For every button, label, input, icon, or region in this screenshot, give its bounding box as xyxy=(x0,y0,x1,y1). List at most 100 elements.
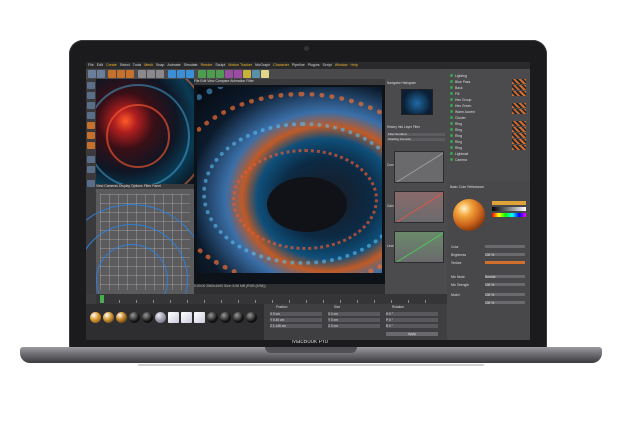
menu-mesh[interactable]: Mesh xyxy=(144,62,153,69)
menu-file[interactable]: File xyxy=(88,62,94,69)
render-file-menu[interactable]: File xyxy=(194,79,199,83)
apply-button[interactable]: Apply xyxy=(386,332,438,336)
menu-tools[interactable]: Tools xyxy=(133,62,141,69)
tab-history[interactable]: History xyxy=(387,125,397,129)
rendered-image[interactable] xyxy=(197,87,382,273)
solo-icon[interactable] xyxy=(87,180,95,187)
render-edit-menu[interactable]: Edit xyxy=(200,79,206,83)
render-settings-icon[interactable] xyxy=(186,70,194,78)
lock-workplane-icon[interactable] xyxy=(87,166,95,173)
tab-panel[interactable]: Panel xyxy=(152,184,161,188)
menu-pipeline[interactable]: Pipeline xyxy=(292,62,305,69)
menu-edit[interactable]: Edit xyxy=(97,62,103,69)
brightness-value[interactable]: 100 % xyxy=(485,253,525,257)
position-x-field[interactable]: X 0 cm xyxy=(270,312,322,316)
points-mode-icon[interactable] xyxy=(87,122,95,129)
material-swatch[interactable] xyxy=(168,312,179,323)
menu-window[interactable]: Window xyxy=(335,62,348,69)
tab-display[interactable]: Display xyxy=(119,184,130,188)
menu-simulate[interactable]: Simulate xyxy=(184,62,198,69)
subdivision-icon[interactable] xyxy=(216,70,224,78)
cube-icon[interactable] xyxy=(198,70,206,78)
menu-render[interactable]: Render xyxy=(201,62,213,69)
menu-create[interactable]: Create xyxy=(106,62,117,69)
gain-graph[interactable] xyxy=(394,191,444,223)
tab-filter[interactable]: Filter xyxy=(413,125,420,129)
material-swatch[interactable] xyxy=(207,312,218,323)
cloner-icon[interactable] xyxy=(225,70,233,78)
axis-z-icon[interactable] xyxy=(156,70,164,78)
tab-filter[interactable]: Filter xyxy=(144,184,152,188)
tab-basic[interactable]: Basic xyxy=(450,185,458,189)
menu-snap[interactable]: Snap xyxy=(156,62,164,69)
floor-icon[interactable] xyxy=(243,70,251,78)
axis-y-icon[interactable] xyxy=(147,70,155,78)
menu-help[interactable]: Help xyxy=(350,62,357,69)
redo-icon[interactable] xyxy=(97,70,105,78)
curve-graph[interactable] xyxy=(394,151,444,183)
pen-icon[interactable] xyxy=(207,70,215,78)
extra-value[interactable]: 100 % xyxy=(485,301,525,305)
light-icon[interactable] xyxy=(261,70,269,78)
menu-animate[interactable]: Animate xyxy=(167,62,180,69)
rotation-b-field[interactable]: B 0 ° xyxy=(386,324,438,328)
timeline[interactable] xyxy=(96,294,447,304)
menu-character[interactable]: Character xyxy=(273,62,289,69)
material-swatch[interactable] xyxy=(90,312,101,323)
texture-slot[interactable] xyxy=(485,261,525,264)
tab-cameras[interactable]: Cameras xyxy=(104,184,118,188)
rotation-p-field[interactable]: P 0 ° xyxy=(386,318,438,322)
viewport-perspective[interactable] xyxy=(96,79,194,184)
tab-navigator[interactable]: Navigator xyxy=(387,81,401,85)
levels-graph[interactable] xyxy=(394,231,444,263)
menu-mograph[interactable]: MoGraph xyxy=(255,62,270,69)
tab-view[interactable]: View xyxy=(96,184,103,188)
hue-slider[interactable] xyxy=(492,213,526,217)
material-swatch[interactable] xyxy=(142,312,153,323)
snap-icon[interactable] xyxy=(87,156,95,163)
size-z-field[interactable]: Z 0 cm xyxy=(328,324,380,328)
menu-plugins[interactable]: Plugins xyxy=(308,62,320,69)
render-filter-menu[interactable]: Filter xyxy=(246,79,254,83)
render-view-icon[interactable] xyxy=(168,70,176,78)
menu-select[interactable]: Select xyxy=(120,62,130,69)
material-swatch[interactable] xyxy=(103,312,114,323)
material-swatch[interactable] xyxy=(233,312,244,323)
mix-strength-value[interactable]: 100 % xyxy=(485,283,525,287)
menu-script[interactable]: Script xyxy=(323,62,332,69)
material-preview[interactable] xyxy=(453,199,485,231)
move-icon[interactable] xyxy=(108,70,116,78)
make-editable-icon[interactable] xyxy=(87,82,95,89)
navigator-thumbnail[interactable] xyxy=(401,89,433,115)
camera-object-icon[interactable] xyxy=(252,70,260,78)
material-swatch[interactable] xyxy=(155,312,166,323)
rotate-icon[interactable] xyxy=(126,70,134,78)
color-swatch[interactable] xyxy=(492,201,526,205)
tab-histogram[interactable]: Histogram xyxy=(402,81,417,85)
tab-info[interactable]: Info xyxy=(398,125,403,129)
material-swatch[interactable] xyxy=(246,312,257,323)
model-mode-icon[interactable] xyxy=(87,92,95,99)
scale-icon[interactable] xyxy=(117,70,125,78)
model-value[interactable]: 100 % xyxy=(485,293,525,297)
deformer-icon[interactable] xyxy=(234,70,242,78)
material-swatch[interactable] xyxy=(181,312,192,323)
render-compare-menu[interactable]: Compare xyxy=(215,79,229,83)
material-swatch[interactable] xyxy=(129,312,140,323)
material-swatch[interactable] xyxy=(220,312,231,323)
menu-sculpt[interactable]: Sculpt xyxy=(215,62,225,69)
size-x-field[interactable]: X 0 cm xyxy=(328,312,380,316)
tab-options[interactable]: Options xyxy=(131,184,143,188)
object-row[interactable]: Camera xyxy=(450,157,528,163)
texture-mode-icon[interactable] xyxy=(87,102,95,109)
render-view-menu[interactable]: View xyxy=(207,79,214,83)
tab-color[interactable]: Color xyxy=(459,185,467,189)
undo-icon[interactable] xyxy=(88,70,96,78)
render-picture-icon[interactable] xyxy=(177,70,185,78)
polygons-mode-icon[interactable] xyxy=(87,142,95,149)
position-z-field[interactable]: Z 1.148 cm xyxy=(270,324,322,328)
size-y-field[interactable]: Y 0 cm xyxy=(328,318,380,322)
material-swatch[interactable] xyxy=(116,312,127,323)
brightness-gradient[interactable] xyxy=(492,207,526,211)
mix-mode-value[interactable]: Normal xyxy=(485,275,525,279)
